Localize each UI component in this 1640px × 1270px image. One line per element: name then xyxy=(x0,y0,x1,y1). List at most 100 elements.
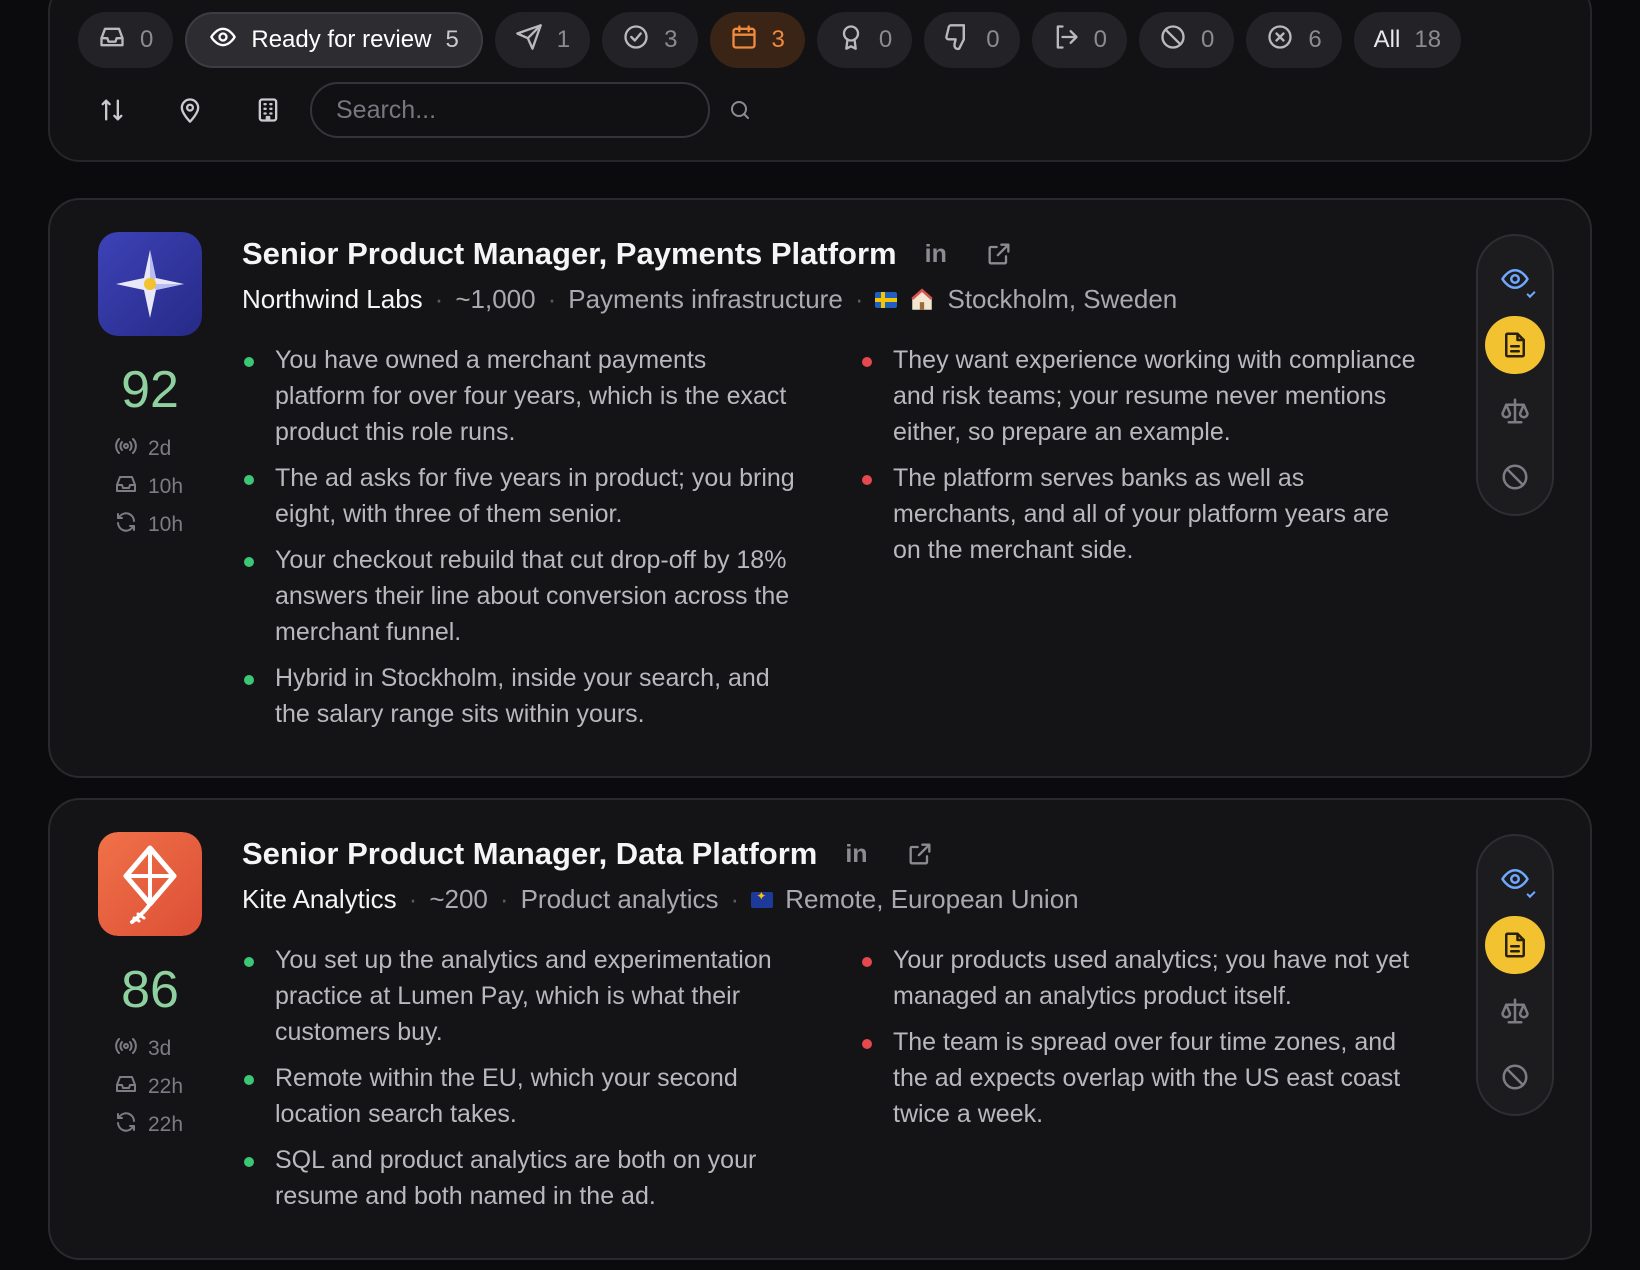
hybrid-house-icon xyxy=(911,287,934,310)
pill-count: 3 xyxy=(771,26,785,53)
separator: · xyxy=(499,884,509,914)
filter-applied[interactable]: 1 xyxy=(494,12,591,68)
linkedin-label: in xyxy=(924,239,947,268)
log-out-icon xyxy=(1052,23,1080,58)
job-actions xyxy=(1476,834,1554,1116)
job-card[interactable]: 92 2d 10h 10h Senior Product Manager, Pa… xyxy=(48,198,1592,778)
job-location: Remote, European Union xyxy=(785,884,1079,914)
pro-item: Remote within the EU, which your second … xyxy=(242,1060,802,1132)
company-info: Northwind Labs · ~1,000 · Payments infra… xyxy=(242,284,1177,315)
ban-icon xyxy=(1159,23,1187,58)
broadcast-icon xyxy=(114,1034,138,1064)
external-link-icon[interactable] xyxy=(906,840,934,868)
filter-rejected[interactable]: 0 xyxy=(924,12,1020,68)
pill-count: 3 xyxy=(664,26,678,53)
broadcast-icon xyxy=(114,434,138,464)
status-filter-pills: 0 Ready for review 5 1 3 3 0 0 0 0 6 All… xyxy=(78,12,1462,68)
match-pros: You have owned a merchant payments platf… xyxy=(242,342,802,742)
review-eye-icon[interactable] xyxy=(1485,850,1545,908)
filter-inbox[interactable]: 0 xyxy=(78,12,174,68)
job-meta: 3d 22h 22h xyxy=(114,1036,183,1138)
external-link-icon[interactable] xyxy=(985,240,1013,268)
pill-label: Ready for review xyxy=(251,26,432,53)
posted-value: 3d xyxy=(148,1037,172,1060)
job-title-row: Senior Product Manager, Data Platform in xyxy=(242,836,934,872)
updated-age: 22h xyxy=(114,1112,183,1138)
company-name: Northwind Labs xyxy=(242,284,423,314)
dismiss-ban-icon[interactable] xyxy=(1485,1048,1545,1106)
resume-doc-icon[interactable] xyxy=(1485,916,1545,974)
separator: · xyxy=(547,284,557,314)
pro-item: Your checkout rebuild that cut drop-off … xyxy=(242,542,802,650)
refresh-icon xyxy=(114,1110,138,1140)
posted-value: 2d xyxy=(148,437,172,460)
pill-count: 0 xyxy=(878,26,893,53)
company-info: Kite Analytics · ~200 · Product analytic… xyxy=(242,884,1079,915)
check-circle-icon xyxy=(622,23,650,58)
filter-blocked[interactable]: 0 xyxy=(1138,12,1235,68)
pill-count: 0 xyxy=(1093,26,1107,53)
x-circle-icon xyxy=(1266,23,1294,58)
pro-item: Hybrid in Stockholm, inside your search,… xyxy=(242,660,802,732)
calendar-icon xyxy=(730,23,758,58)
company-name: Kite Analytics xyxy=(242,884,397,914)
linkedin-icon[interactable]: in xyxy=(925,240,947,269)
updated-age: 10h xyxy=(114,512,183,538)
compare-scale-icon[interactable] xyxy=(1485,382,1545,440)
linkedin-icon[interactable]: in xyxy=(845,840,867,869)
con-item: They want experience working with compli… xyxy=(860,342,1420,450)
filter-tools xyxy=(92,82,760,138)
received-age: 22h xyxy=(114,1074,183,1100)
company-industry: Product analytics xyxy=(520,884,719,914)
updated-value: 22h xyxy=(148,1113,184,1136)
company-size: ~1,000 xyxy=(455,284,536,314)
search-icon[interactable] xyxy=(720,90,760,130)
award-icon xyxy=(837,23,865,58)
pill-count: 0 xyxy=(986,26,1000,53)
company-industry: Payments infrastructure xyxy=(568,284,843,314)
send-icon xyxy=(515,23,543,58)
job-meta: 2d 10h 10h xyxy=(114,436,183,538)
pro-item: You set up the analytics and experimenta… xyxy=(242,942,802,1050)
received-value: 10h xyxy=(148,475,184,498)
compare-scale-icon[interactable] xyxy=(1485,982,1545,1040)
building-icon[interactable] xyxy=(248,90,288,130)
separator: · xyxy=(730,884,740,914)
dismiss-ban-icon[interactable] xyxy=(1485,448,1545,506)
filter-ready-for-review[interactable]: Ready for review 5 xyxy=(185,12,483,68)
separator: · xyxy=(408,884,418,914)
location-pin-icon[interactable] xyxy=(170,90,210,130)
filter-confirmed[interactable]: 3 xyxy=(602,12,698,68)
job-card[interactable]: 86 3d 22h 22h Senior Product Manager, Da… xyxy=(48,798,1592,1260)
separator: · xyxy=(434,284,444,314)
posted-age: 3d xyxy=(114,1036,183,1062)
filter-interview[interactable]: 3 xyxy=(709,12,805,68)
pro-item: SQL and product analytics are both on yo… xyxy=(242,1142,802,1214)
filter-dismissed[interactable]: 6 xyxy=(1246,12,1342,68)
search-input[interactable] xyxy=(310,82,710,138)
sort-icon[interactable] xyxy=(92,90,132,130)
thumbs-down-icon xyxy=(944,23,972,58)
match-score: 86 xyxy=(121,961,179,1019)
job-title-row: Senior Product Manager, Payments Platfor… xyxy=(242,236,1013,272)
job-title[interactable]: Senior Product Manager, Payments Platfor… xyxy=(242,236,897,272)
review-eye-icon[interactable] xyxy=(1485,250,1545,308)
pro-item: You have owned a merchant payments platf… xyxy=(242,342,802,450)
job-title[interactable]: Senior Product Manager, Data Platform xyxy=(242,836,817,872)
pill-count: 6 xyxy=(1308,26,1322,53)
con-item: The team is spread over four time zones,… xyxy=(860,1024,1420,1132)
filter-withdrawn[interactable]: 0 xyxy=(1031,12,1127,68)
job-actions xyxy=(1476,234,1554,516)
job-location: Stockholm, Sweden xyxy=(947,284,1178,314)
linkedin-label: in xyxy=(845,839,868,868)
resume-doc-icon[interactable] xyxy=(1485,316,1545,374)
filter-all[interactable]: All 18 xyxy=(1353,12,1462,68)
company-size: ~200 xyxy=(429,884,488,914)
con-item: The platform serves banks as well as mer… xyxy=(860,460,1420,568)
filter-offer[interactable]: 0 xyxy=(816,12,913,68)
match-cons: Your products used analytics; you have n… xyxy=(860,942,1420,1142)
inbox-icon xyxy=(114,1072,138,1102)
match-cons: They want experience working with compli… xyxy=(860,342,1420,578)
updated-value: 10h xyxy=(148,513,184,536)
separator: · xyxy=(854,284,864,314)
